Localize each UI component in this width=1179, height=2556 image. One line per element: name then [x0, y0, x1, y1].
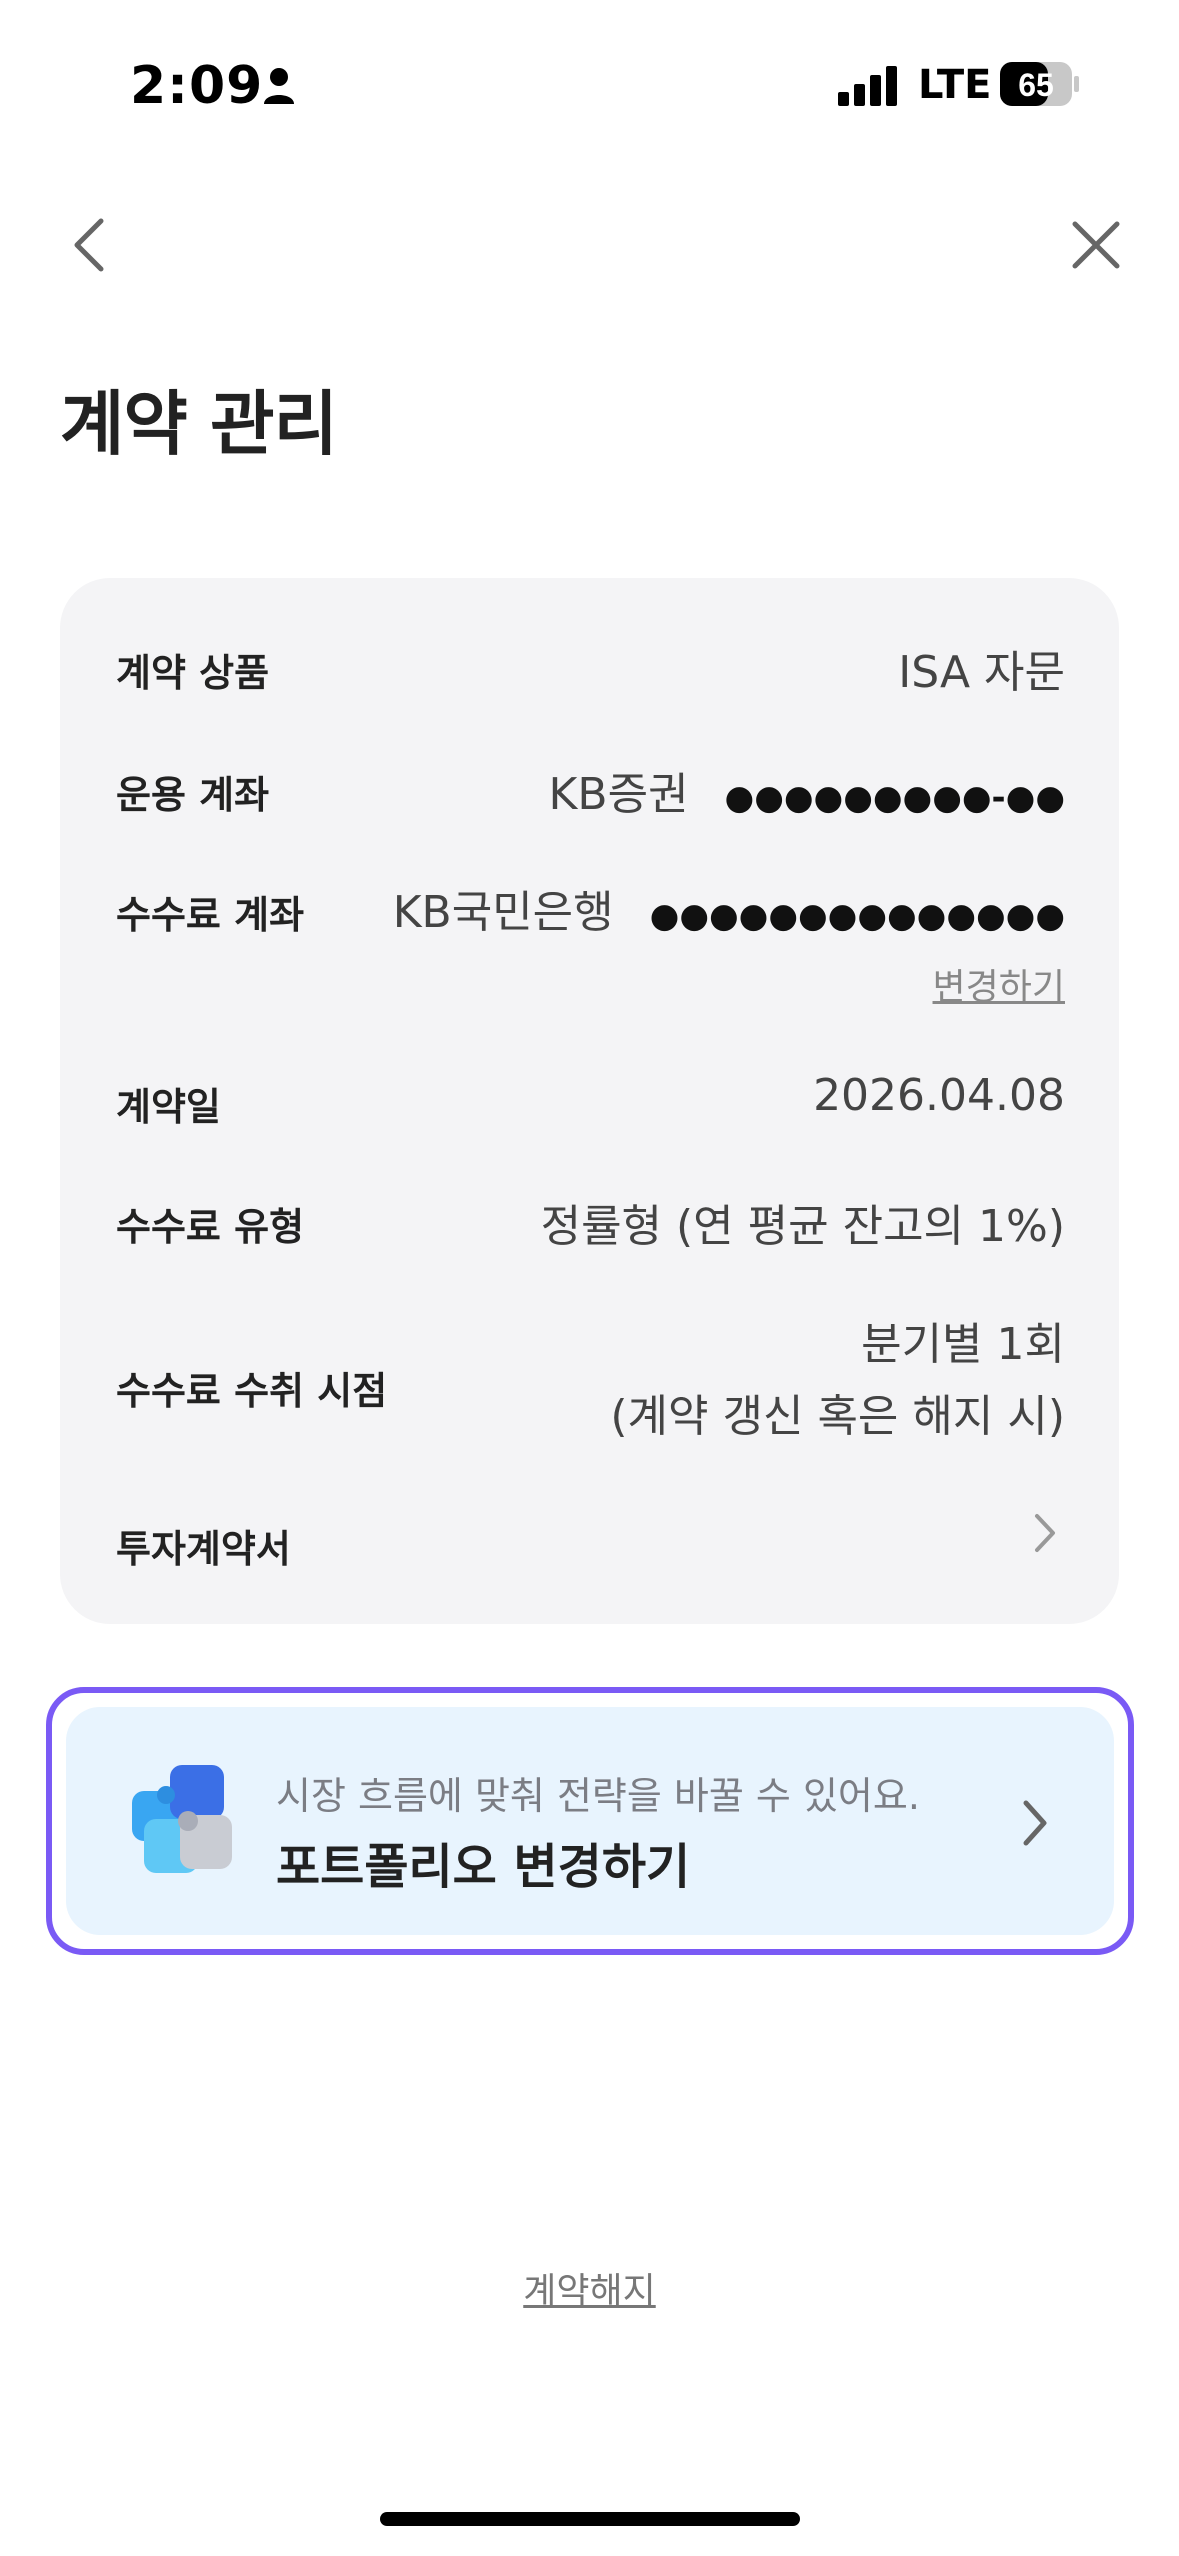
chevron-right-icon [1023, 1800, 1047, 1846]
battery-level: 65 [1018, 67, 1054, 103]
operating-account-bank: KB증권 [548, 769, 689, 820]
fee-timing-value-line2: (계약 갱신 혹은 해지 시) [610, 1391, 1065, 1442]
contract-date-value: 2026.04.08 [813, 1070, 1065, 1121]
home-indicator[interactable] [380, 2512, 800, 2526]
banner-subtitle: 시장 흐름에 맞춰 전략을 바꿀 수 있어요. [276, 1774, 920, 1818]
operating-account-value: KB증권 ●●●●●●●●●-●● [549, 758, 1065, 822]
fee-timing-label: 수수료 수취 시점 [116, 1369, 388, 1413]
signal-icon [838, 66, 897, 106]
fee-account-value: KB국민은행 ●●●●●●●●●●●●●● [393, 876, 1065, 940]
back-button[interactable] [58, 210, 118, 280]
battery-icon: 65 [1000, 62, 1079, 106]
contract-product-label: 계약 상품 [116, 651, 270, 695]
status-time: 2:09 [130, 56, 264, 116]
terminate-contract-container: 계약해지 [0, 2262, 1179, 2314]
chevron-left-icon [74, 218, 104, 272]
fee-account-number: ●●●●●●●●●●●●●● [649, 896, 1065, 936]
fee-timing-value-line1: 분기별 1회 [861, 1319, 1065, 1370]
network-type: LTE [918, 62, 992, 108]
operating-account-number: ●●●●●●●●●-●● [724, 778, 1065, 818]
puzzle-icon [132, 1765, 232, 1873]
chevron-right-icon[interactable] [1031, 1508, 1061, 1558]
operating-account-label: 운용 계좌 [116, 773, 270, 817]
banner-title: 포트폴리오 변경하기 [276, 1839, 691, 1895]
fee-type-value: 정률형 (연 평균 잔고의 1%) [540, 1201, 1065, 1252]
close-button[interactable] [1062, 210, 1130, 280]
contract-date-label: 계약일 [116, 1085, 221, 1129]
person-icon [264, 68, 294, 104]
banner-body[interactable]: 시장 흐름에 맞춰 전략을 바꿀 수 있어요. 포트폴리오 변경하기 [66, 1707, 1114, 1935]
close-icon [1072, 221, 1120, 269]
portfolio-change-banner[interactable]: 시장 흐름에 맞춰 전략을 바꿀 수 있어요. 포트폴리오 변경하기 [46, 1687, 1134, 1955]
page-title: 계약 관리 [60, 383, 338, 465]
status-bar: 2:09 LTE 65 [0, 0, 1179, 160]
fee-type-label: 수수료 유형 [116, 1205, 305, 1249]
change-fee-account-link[interactable]: 변경하기 [933, 958, 1065, 1010]
contract-product-value: ISA 자문 [898, 647, 1065, 698]
contract-info-card: 계약 상품 ISA 자문 운용 계좌 KB증권 ●●●●●●●●●-●● 수수료… [60, 578, 1119, 1624]
investment-contract-label[interactable]: 투자계약서 [116, 1518, 291, 1573]
fee-account-bank: KB국민은행 [392, 887, 614, 938]
terminate-contract-link[interactable]: 계약해지 [523, 2271, 655, 2312]
fee-account-label: 수수료 계좌 [116, 893, 305, 937]
